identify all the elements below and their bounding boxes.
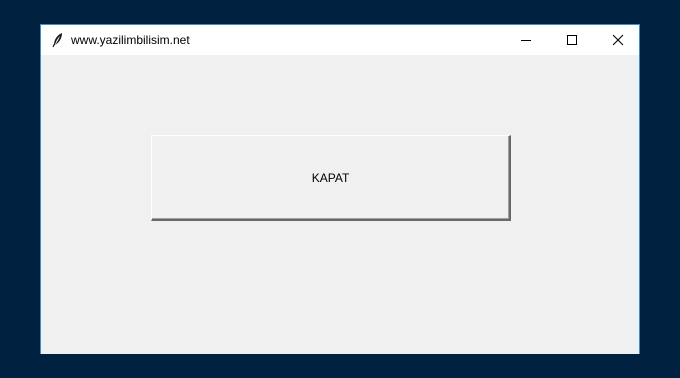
close-button[interactable]: [595, 25, 641, 55]
minimize-icon: [521, 40, 531, 41]
maximize-button[interactable]: [549, 25, 595, 55]
feather-icon[interactable]: [51, 32, 65, 48]
kapat-button-label: KAPAT: [311, 170, 350, 185]
close-icon: [612, 34, 624, 46]
window-title: www.yazilimbilisim.net: [71, 33, 190, 47]
app-window: www.yazilimbilisim.net KAPAT: [40, 24, 640, 354]
window-client-area: KAPAT: [41, 55, 639, 354]
kapat-button[interactable]: KAPAT: [151, 135, 511, 221]
minimize-button[interactable]: [503, 25, 549, 55]
maximize-icon: [567, 35, 577, 45]
title-bar[interactable]: www.yazilimbilisim.net: [41, 25, 639, 55]
